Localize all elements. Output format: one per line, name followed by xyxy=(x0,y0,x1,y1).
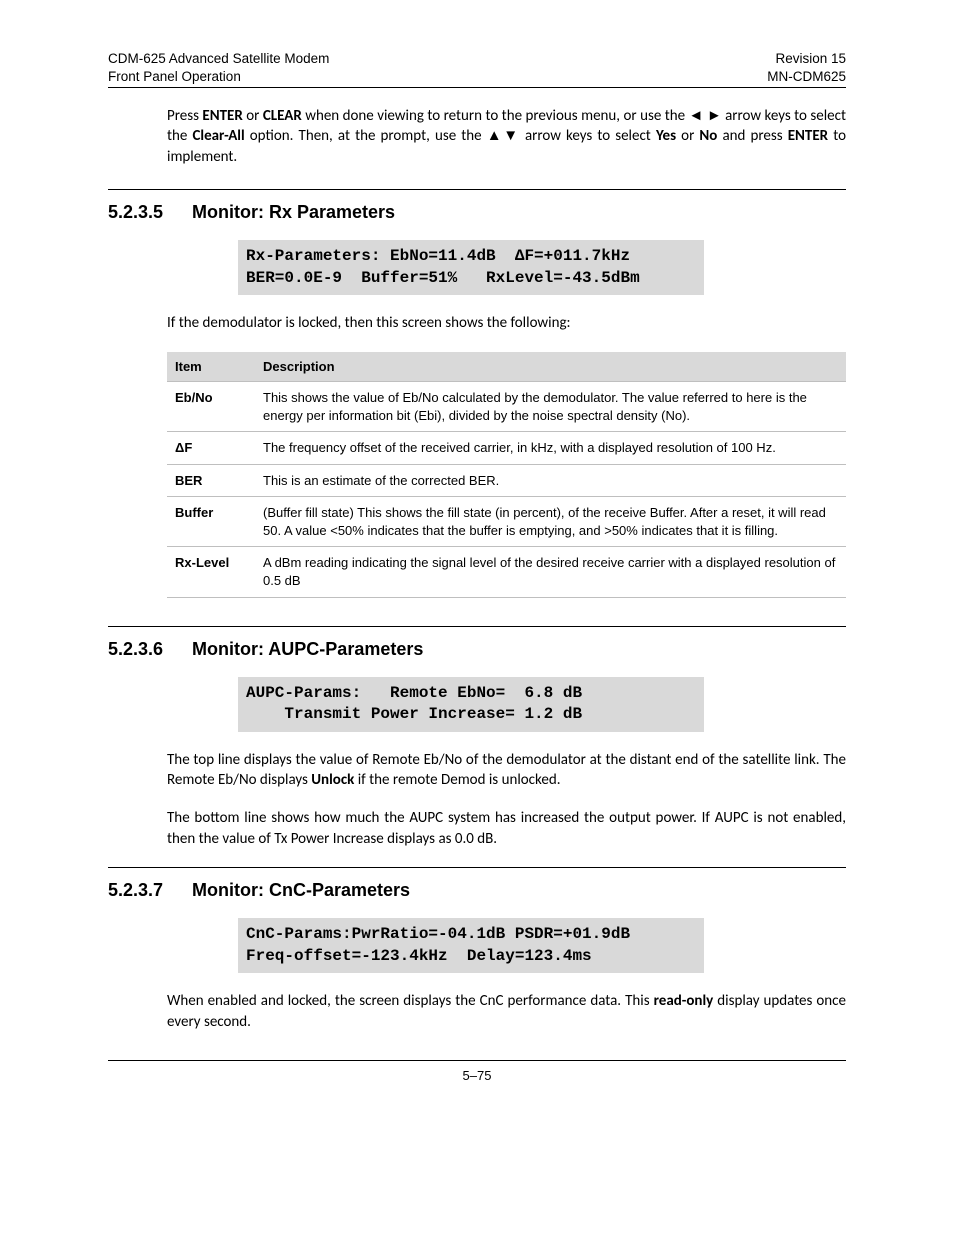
page-header: CDM-625 Advanced Satellite Modem Front P… xyxy=(108,50,846,85)
section-title: Monitor: CnC-Parameters xyxy=(192,878,410,902)
cnc-para: When enabled and locked, the screen disp… xyxy=(167,991,846,1032)
col-item: Item xyxy=(167,352,255,382)
lcd-cnc-parameters: CnC-Params:PwrRatio=-04.1dB PSDR=+01.9dB… xyxy=(238,918,704,973)
section-title: Monitor: AUPC-Parameters xyxy=(192,637,423,661)
section-heading-rx: 5.2.3.5 Monitor: Rx Parameters xyxy=(108,189,846,224)
page-number: 5–75 xyxy=(108,1067,846,1085)
aupc-para-2: The bottom line shows how much the AUPC … xyxy=(167,808,846,849)
header-left-1: CDM-625 Advanced Satellite Modem xyxy=(108,51,329,66)
rx-parameters-table: Item Description Eb/No This shows the va… xyxy=(167,352,846,598)
table-row: Buffer (Buffer fill state) This shows th… xyxy=(167,497,846,547)
table-row: Rx-Level A dBm reading indicating the si… xyxy=(167,547,846,597)
col-description: Description xyxy=(255,352,846,382)
section-number: 5.2.3.5 xyxy=(108,200,192,224)
intro-paragraph: Press ENTER or CLEAR when done viewing t… xyxy=(167,106,846,167)
aupc-para-1: The top line displays the value of Remot… xyxy=(167,750,846,791)
table-row: BER This is an estimate of the corrected… xyxy=(167,464,846,497)
header-right-2: MN-CDM625 xyxy=(767,69,846,84)
footer-rule xyxy=(108,1060,846,1061)
header-rule xyxy=(108,87,846,88)
section-heading-aupc: 5.2.3.6 Monitor: AUPC-Parameters xyxy=(108,626,846,661)
section-number: 5.2.3.7 xyxy=(108,878,192,902)
rx-intro-text: If the demodulator is locked, then this … xyxy=(167,313,846,333)
header-right-1: Revision 15 xyxy=(775,51,846,66)
lcd-aupc-parameters: AUPC-Params: Remote EbNo= 6.8 dB Transmi… xyxy=(238,677,704,732)
section-number: 5.2.3.6 xyxy=(108,637,192,661)
table-row: Eb/No This shows the value of Eb/No calc… xyxy=(167,382,846,432)
table-row: ΔF The frequency offset of the received … xyxy=(167,432,846,465)
lcd-rx-parameters: Rx-Parameters: EbNo=11.4dB ΔF=+011.7kHz … xyxy=(238,240,704,295)
header-left-2: Front Panel Operation xyxy=(108,69,241,84)
section-title: Monitor: Rx Parameters xyxy=(192,200,395,224)
section-heading-cnc: 5.2.3.7 Monitor: CnC-Parameters xyxy=(108,867,846,902)
